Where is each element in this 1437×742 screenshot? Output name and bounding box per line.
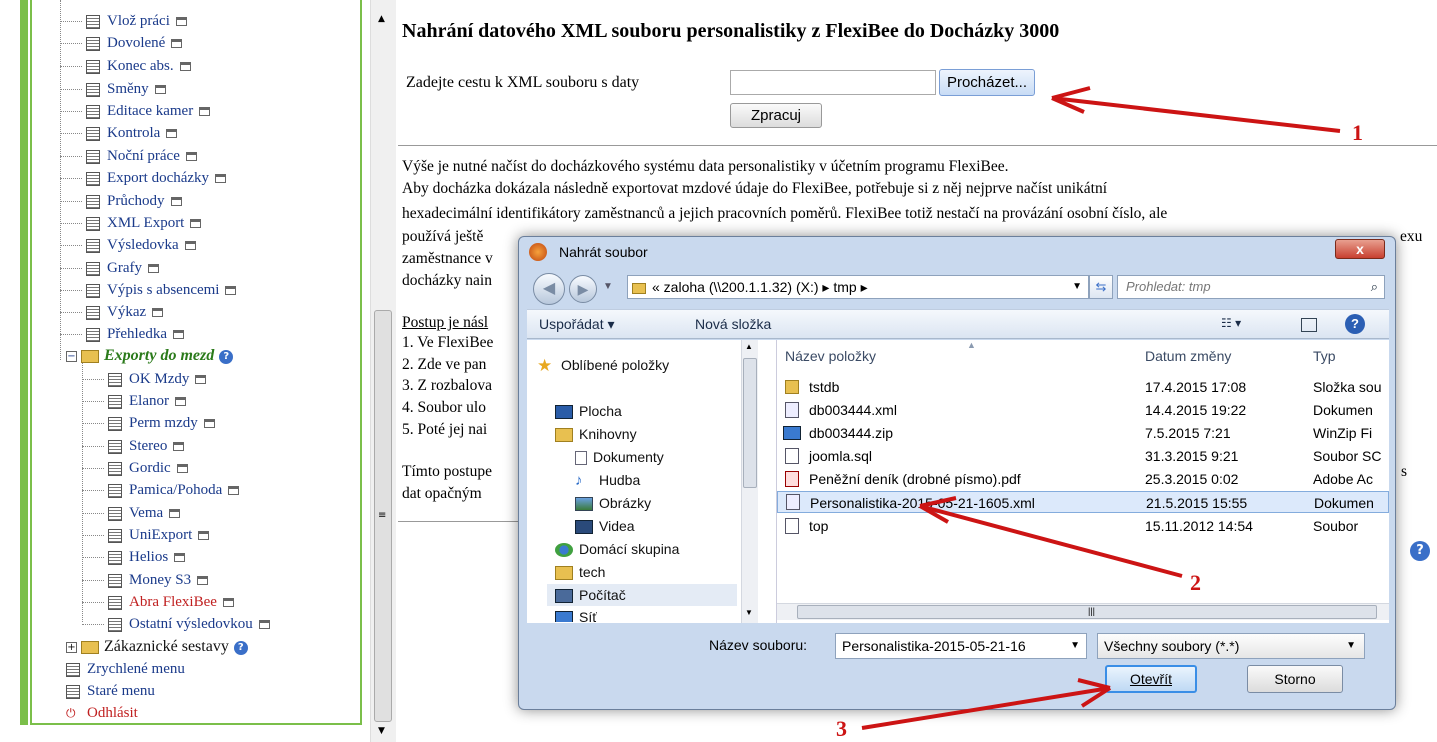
annotation-number-1: 1 [1352,120,1363,145]
annotation-arrow-3 [861,686,1111,730]
annotation-number-3: 3 [836,716,847,741]
annotation-overlay [861,86,1341,730]
annotation-number-2: 2 [1190,570,1201,595]
annotation-arrow-2 [919,504,1183,578]
annotation-arrow-1 [1051,96,1341,133]
